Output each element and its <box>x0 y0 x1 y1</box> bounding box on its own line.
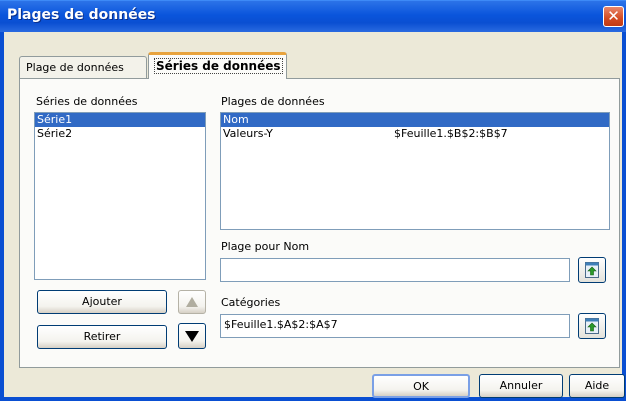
name-range-picker-button[interactable] <box>578 257 606 283</box>
categories-label: Catégories <box>221 296 281 309</box>
window-frame-left <box>0 32 4 401</box>
series-list-label: Séries de données <box>36 95 138 108</box>
range-picker-icon <box>585 262 599 278</box>
tab-label: Séries de données <box>154 58 283 74</box>
ranges-list-label: Plages de données <box>221 95 325 108</box>
name-range-label: Plage pour Nom <box>221 240 310 253</box>
categories-picker-button[interactable] <box>578 313 606 339</box>
arrow-down-icon <box>185 331 199 342</box>
title-bar[interactable]: Plages de données ✕ <box>0 0 626 32</box>
range-picker-icon <box>585 318 599 334</box>
categories-input[interactable]: $Feuille1.$A$2:$A$7 <box>220 314 570 338</box>
add-button[interactable]: Ajouter <box>37 290 167 314</box>
arrow-up-icon <box>186 297 198 307</box>
window-frame-right <box>622 32 626 401</box>
cancel-button[interactable]: Annuler <box>479 374 563 398</box>
data-ranges-dialog: Plages de données ✕ Plage de données Sér… <box>0 0 626 401</box>
list-item[interactable]: Nom <box>221 113 609 127</box>
window-title: Plages de données <box>7 7 156 23</box>
move-down-button[interactable] <box>178 323 206 349</box>
tab-data-series[interactable]: Séries de données <box>148 52 287 79</box>
remove-button[interactable]: Retirer <box>37 325 167 349</box>
tab-data-range[interactable]: Plage de données <box>19 56 147 78</box>
ok-button[interactable]: OK <box>372 374 470 398</box>
tab-label: Plage de données <box>26 61 124 74</box>
ranges-listbox[interactable]: Nom Valeurs-Y $Feuille1.$B$2:$B$7 <box>220 112 610 230</box>
list-item[interactable]: Série2 <box>35 127 205 141</box>
move-up-button[interactable] <box>178 290 206 314</box>
list-item[interactable]: Valeurs-Y $Feuille1.$B$2:$B$7 <box>221 127 609 141</box>
list-item[interactable]: Série1 <box>35 113 205 127</box>
name-range-input[interactable] <box>220 258 570 282</box>
help-button[interactable]: Aide <box>569 374 625 398</box>
series-listbox[interactable]: Série1 Série2 <box>34 112 206 280</box>
close-icon: ✕ <box>607 7 620 25</box>
close-button[interactable]: ✕ <box>603 6 624 27</box>
